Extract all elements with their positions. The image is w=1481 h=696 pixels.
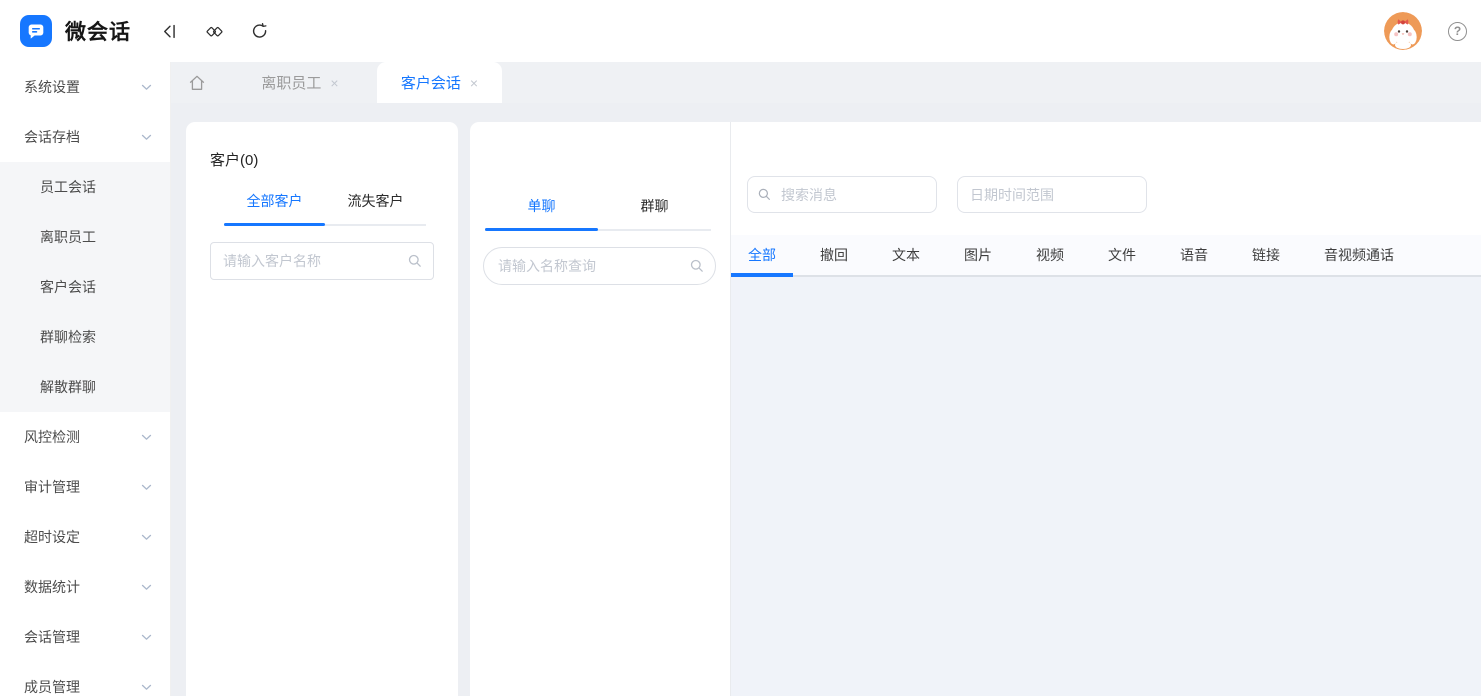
chat-search-input[interactable] bbox=[483, 247, 716, 285]
sidebar-item-departed-employees[interactable]: 离职员工 bbox=[0, 212, 170, 262]
chevron-down-icon bbox=[141, 134, 152, 141]
content-area: 客户(0) 全部客户 流失客户 bbox=[171, 103, 1481, 696]
filter-voice[interactable]: 语音 bbox=[1163, 235, 1225, 275]
sidebar-item-system-settings[interactable]: 系统设置 bbox=[0, 62, 170, 112]
app-logo-icon bbox=[20, 15, 52, 47]
search-icon bbox=[407, 253, 423, 269]
chevron-down-icon bbox=[141, 534, 152, 541]
page-tab-label: 离职员工 bbox=[261, 72, 321, 93]
user-avatar[interactable] bbox=[1384, 12, 1422, 50]
page-tab-label: 客户会话 bbox=[401, 72, 461, 93]
message-list-area bbox=[731, 277, 1481, 696]
refresh-icon[interactable] bbox=[243, 15, 275, 47]
filter-link[interactable]: 链接 bbox=[1235, 235, 1297, 275]
customer-search bbox=[210, 242, 434, 280]
tab-group-chat[interactable]: 群聊 bbox=[598, 196, 711, 229]
sidebar-submenu-session-archive: 员工会话 离职员工 客户会话 群聊检索 解散群聊 bbox=[0, 162, 170, 412]
collapse-sidebar-icon[interactable] bbox=[153, 15, 185, 47]
page-tabbar: 离职员工 × 客户会话 × bbox=[171, 62, 1481, 103]
tab-all-customers[interactable]: 全部客户 bbox=[224, 191, 325, 224]
sidebar-item-session-management[interactable]: 会话管理 bbox=[0, 612, 170, 662]
tab-single-chat[interactable]: 单聊 bbox=[485, 196, 598, 229]
close-icon[interactable]: × bbox=[330, 76, 338, 90]
chat-search bbox=[483, 247, 716, 285]
tags-icon[interactable] bbox=[198, 15, 230, 47]
header-right: ? bbox=[1384, 12, 1471, 50]
sidebar-item-data-statistics[interactable]: 数据统计 bbox=[0, 562, 170, 612]
message-toolbar bbox=[731, 122, 1481, 235]
message-panel: 全部 撤回 文本 图片 视频 文件 语音 链接 音视频通话 bbox=[731, 122, 1481, 696]
session-container: 单聊 群聊 bbox=[470, 122, 1481, 696]
home-tab-button[interactable] bbox=[171, 62, 223, 103]
search-icon bbox=[757, 187, 772, 202]
sidebar-item-label: 会话存档 bbox=[24, 127, 80, 147]
chevron-down-icon bbox=[141, 584, 152, 591]
chevron-down-icon bbox=[141, 684, 152, 691]
page-tab-customer-sessions[interactable]: 客户会话 × bbox=[377, 62, 502, 103]
top-header: 微会话 bbox=[0, 0, 1481, 62]
sidebar-item-employee-sessions[interactable]: 员工会话 bbox=[0, 162, 170, 212]
chevron-down-icon bbox=[141, 84, 152, 91]
sidebar-item-risk-detection[interactable]: 风控检测 bbox=[0, 412, 170, 462]
sidebar-nav: 系统设置 会话存档 员工会话 离职员工 客户会话 群聊检索 解散群聊 风控检测 … bbox=[0, 62, 171, 696]
chevron-down-icon bbox=[141, 484, 152, 491]
date-range-input[interactable] bbox=[957, 176, 1147, 213]
main-stage: 离职员工 × 客户会话 × 客户(0) 全部客户 流失客户 bbox=[171, 62, 1481, 696]
sidebar-item-audit-management[interactable]: 审计管理 bbox=[0, 462, 170, 512]
page-tab-departed-employees[interactable]: 离职员工 × bbox=[223, 62, 377, 103]
header-toolbar bbox=[153, 15, 275, 47]
app-title: 微会话 bbox=[65, 16, 131, 46]
home-icon bbox=[187, 73, 207, 93]
sidebar-item-timeout-settings[interactable]: 超时设定 bbox=[0, 512, 170, 562]
filter-text[interactable]: 文本 bbox=[875, 235, 937, 275]
sidebar-item-group-chat-search[interactable]: 群聊检索 bbox=[0, 312, 170, 362]
filter-file[interactable]: 文件 bbox=[1091, 235, 1153, 275]
search-icon bbox=[689, 258, 705, 274]
filter-av-call[interactable]: 音视频通话 bbox=[1307, 235, 1411, 275]
chevron-down-icon bbox=[141, 634, 152, 641]
chevron-down-icon bbox=[141, 434, 152, 441]
filter-image[interactable]: 图片 bbox=[947, 235, 1009, 275]
filter-all[interactable]: 全部 bbox=[731, 235, 793, 275]
customer-count-title: 客户(0) bbox=[210, 149, 434, 170]
tab-lost-customers[interactable]: 流失客户 bbox=[325, 191, 426, 224]
message-type-filter: 全部 撤回 文本 图片 视频 文件 语音 链接 音视频通话 bbox=[731, 235, 1481, 277]
sidebar-item-label: 系统设置 bbox=[24, 77, 80, 97]
customer-tabs: 全部客户 流失客户 bbox=[224, 191, 426, 226]
chat-type-tabs: 单聊 群聊 bbox=[485, 196, 711, 231]
sidebar-item-disbanded-groups[interactable]: 解散群聊 bbox=[0, 362, 170, 412]
chat-list-panel: 单聊 群聊 bbox=[470, 122, 731, 696]
close-icon[interactable]: × bbox=[470, 76, 478, 90]
help-icon[interactable]: ? bbox=[1448, 22, 1467, 41]
customer-search-input[interactable] bbox=[210, 242, 434, 280]
sidebar-item-customer-sessions[interactable]: 客户会话 bbox=[0, 262, 170, 312]
sidebar-item-session-archive[interactable]: 会话存档 bbox=[0, 112, 170, 162]
customer-panel: 客户(0) 全部客户 流失客户 bbox=[186, 122, 458, 696]
sidebar-item-member-management[interactable]: 成员管理 bbox=[0, 662, 170, 696]
filter-video[interactable]: 视频 bbox=[1019, 235, 1081, 275]
app-window: 微会话 bbox=[0, 0, 1481, 696]
filter-recalled[interactable]: 撤回 bbox=[803, 235, 865, 275]
message-search-input[interactable] bbox=[747, 176, 937, 213]
